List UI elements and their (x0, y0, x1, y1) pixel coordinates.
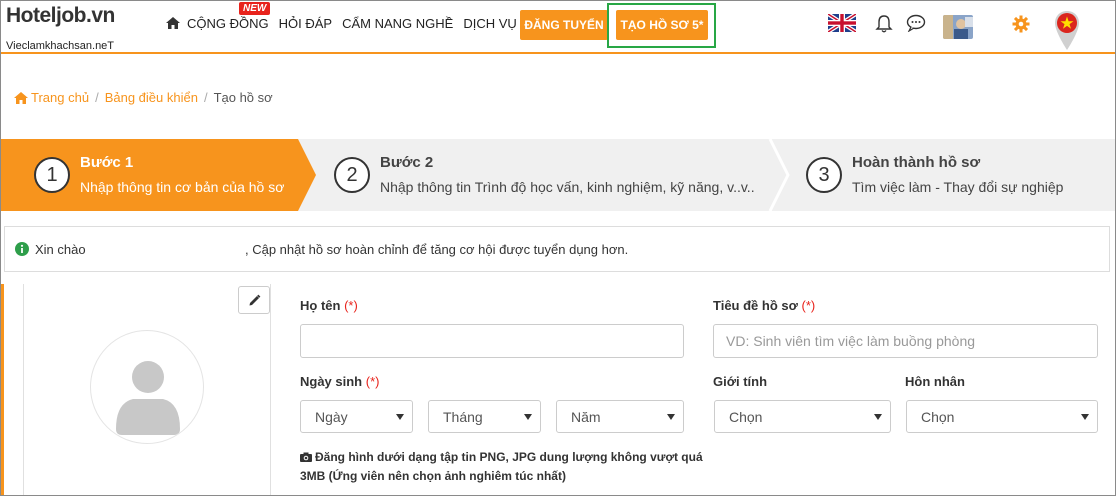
nav-qa[interactable]: Hỏi đáp (279, 16, 332, 31)
notice-greeting: Xin chào (35, 241, 86, 257)
dob-label: Ngày sinh (*) (300, 374, 380, 389)
chat-icon[interactable] (906, 14, 926, 32)
nav-community[interactable]: Cộng đồng New (187, 1, 271, 31)
edit-photo-button[interactable] (238, 286, 270, 314)
breadcrumb-home[interactable]: Trang chủ (31, 90, 89, 105)
profile-form-card: Họ tên (*) Tiêu đề hồ sơ (*) VD: Sinh vi… (0, 284, 1116, 496)
day-select[interactable]: Ngày (300, 400, 413, 433)
progress-steps: 1 Bước 1 Nhập thông tin cơ bản của hồ sơ… (0, 139, 1116, 211)
nav-career-guide[interactable]: Cẩm nang nghề (342, 16, 453, 31)
step-3[interactable]: 3 Hoàn thành hồ sơ Tìm việc làm - Thay đ… (806, 139, 1063, 211)
step-2-number: 2 (334, 157, 370, 193)
info-notice: Xin chào , Cập nhật hồ sơ hoàn chỉnh để … (4, 226, 1110, 272)
breadcrumb: Trang chủ / Bảng điều khiển / Tạo hồ sơ (14, 90, 273, 105)
caret-down-icon (1081, 414, 1089, 420)
home-icon[interactable] (166, 17, 180, 29)
main-nav: Cộng đồng New Hỏi đáp Cẩm nang nghề Dịch… (166, 0, 527, 46)
notice-message: , Cập nhật hồ sơ hoàn chỉnh để tăng cơ h… (245, 241, 629, 257)
breadcrumb-separator: / (95, 90, 99, 105)
caret-down-icon (524, 414, 532, 420)
vietnam-flag-pin-icon[interactable] (1054, 10, 1080, 52)
fullname-input[interactable] (300, 324, 684, 358)
gear-icon[interactable] (1012, 15, 1030, 33)
gender-select[interactable]: Chọn (714, 400, 891, 433)
step-3-desc: Tìm việc làm - Thay đổi sự nghiệp (852, 179, 1064, 195)
uk-flag-icon[interactable] (828, 14, 856, 32)
home-icon (14, 91, 28, 104)
profile-title-input[interactable]: VD: Sinh viên tìm việc làm buồng phòng (713, 324, 1098, 358)
profile-title-label: Tiêu đề hồ sơ (*) (713, 298, 816, 313)
step-1[interactable]: 1 Bước 1 Nhập thông tin cơ bản của hồ sơ (34, 139, 284, 211)
breadcrumb-separator: / (203, 90, 208, 105)
step-1-title: Bước 1 (80, 154, 134, 171)
step-1-desc: Nhập thông tin cơ bản của hồ sơ (80, 179, 285, 195)
caret-down-icon (874, 414, 882, 420)
step-2[interactable]: 2 Bước 2 Nhập thông tin Trình độ học vấn… (334, 139, 755, 211)
user-avatar[interactable] (943, 15, 973, 39)
camera-icon (300, 452, 312, 462)
breadcrumb-current: Tạo hồ sơ (213, 90, 273, 105)
step-2-title: Bước 2 (380, 154, 434, 171)
gender-label: Giới tính (713, 374, 768, 389)
highlight-frame (607, 3, 716, 48)
bell-icon[interactable] (875, 14, 893, 34)
month-select[interactable]: Tháng (428, 400, 541, 433)
step-3-number: 3 (806, 157, 842, 193)
user-silhouette-icon (116, 361, 180, 435)
avatar-placeholder[interactable] (90, 330, 204, 444)
pencil-icon (249, 294, 260, 305)
new-badge: New (239, 1, 271, 15)
fullname-label: Họ tên (*) (300, 298, 358, 313)
caret-down-icon (396, 414, 404, 420)
logo-subtitle: Vieclamkhachsan.neT (6, 40, 115, 52)
caret-down-icon (667, 414, 675, 420)
step-2-desc: Nhập thông tin Trình độ học vấn, kinh ng… (380, 179, 755, 195)
marital-label: Hôn nhân (905, 374, 965, 389)
year-select[interactable]: Năm (556, 400, 684, 433)
post-job-button[interactable]: ĐĂNG TUYỂN (520, 10, 608, 40)
site-logo[interactable]: Hoteljob.vn Vieclamkhachsan.neT (6, 4, 115, 52)
marital-select[interactable]: Chọn (906, 400, 1098, 433)
logo-wordmark: Hoteljob.vn (6, 4, 115, 27)
nav-services[interactable]: Dịch vụ (463, 16, 516, 31)
info-icon (15, 242, 29, 256)
photo-hint: Đăng hình dưới dạng tập tin PNG, JPG dun… (300, 450, 703, 483)
step-3-title: Hoàn thành hồ sơ (852, 154, 981, 171)
breadcrumb-dashboard[interactable]: Bảng điều khiển (105, 90, 198, 105)
photo-panel (23, 284, 271, 496)
top-header: Hoteljob.vn Vieclamkhachsan.neT Cộng đồn… (0, 0, 1116, 54)
step-1-number: 1 (34, 157, 70, 193)
